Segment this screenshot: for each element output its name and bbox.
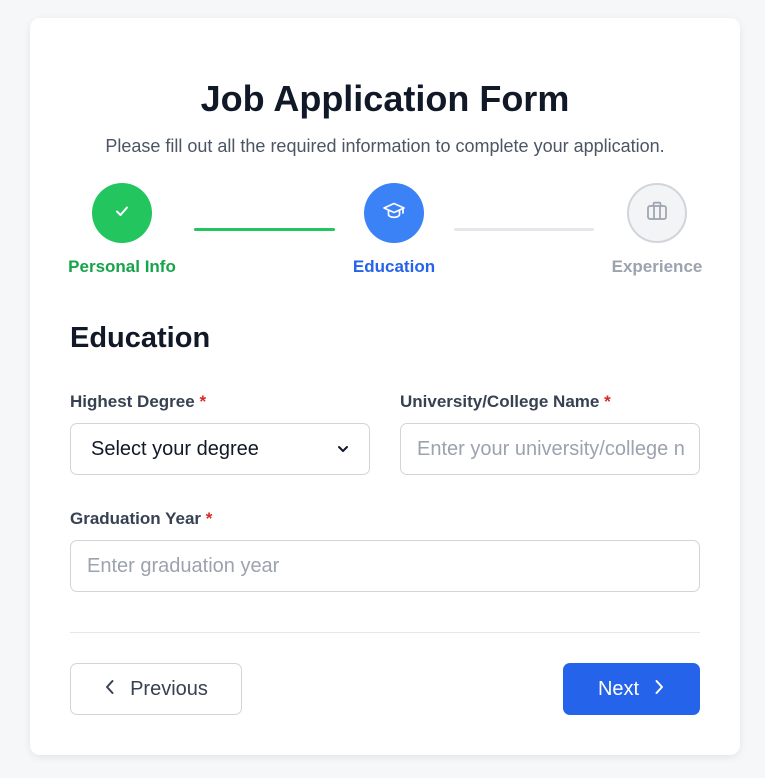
page-title: Job Application Form [200, 78, 570, 119]
chevron-left-icon [104, 678, 116, 701]
step-experience-label: Experience [611, 257, 703, 276]
previous-button-label: Previous [130, 677, 208, 700]
check-icon [112, 201, 132, 226]
required-marker: * [604, 392, 611, 411]
section-title: Education [70, 322, 211, 354]
step-personal-info-label: Personal Info [68, 257, 176, 276]
step-connector-complete [194, 228, 335, 231]
degree-select[interactable]: Select your degree [70, 423, 370, 475]
step-experience-circle[interactable] [627, 183, 687, 243]
university-field-label: University/College Name * [400, 392, 611, 411]
step-personal-info-circle[interactable] [92, 183, 152, 243]
degree-select-value: Select your degree [91, 437, 259, 460]
graduation-year-field-label: Graduation Year * [70, 509, 213, 528]
briefcase-icon [645, 199, 669, 228]
university-input-placeholder: Enter your university/college n [417, 437, 685, 460]
step-education-label: Education [352, 257, 436, 276]
step-connector-upcoming [454, 228, 594, 231]
university-input[interactable]: Enter your university/college n [400, 423, 700, 475]
required-marker: * [205, 509, 213, 528]
graduation-year-input[interactable]: Enter graduation year [70, 540, 700, 592]
degree-field-label: Highest Degree * [70, 392, 207, 411]
graduation-year-input-placeholder: Enter graduation year [87, 554, 280, 577]
form-card: Job Application Form Please fill out all… [30, 18, 740, 755]
next-button-label: Next [597, 677, 640, 700]
chevron-right-icon [653, 678, 665, 701]
next-button[interactable]: Next [563, 663, 700, 715]
step-education-circle[interactable] [364, 183, 424, 243]
graduation-cap-icon [382, 199, 406, 228]
page-subtitle: Please fill out all the required informa… [105, 136, 665, 156]
required-marker: * [199, 392, 207, 411]
chevron-down-icon [337, 438, 349, 461]
form-divider [70, 632, 700, 633]
previous-button[interactable]: Previous [70, 663, 242, 715]
